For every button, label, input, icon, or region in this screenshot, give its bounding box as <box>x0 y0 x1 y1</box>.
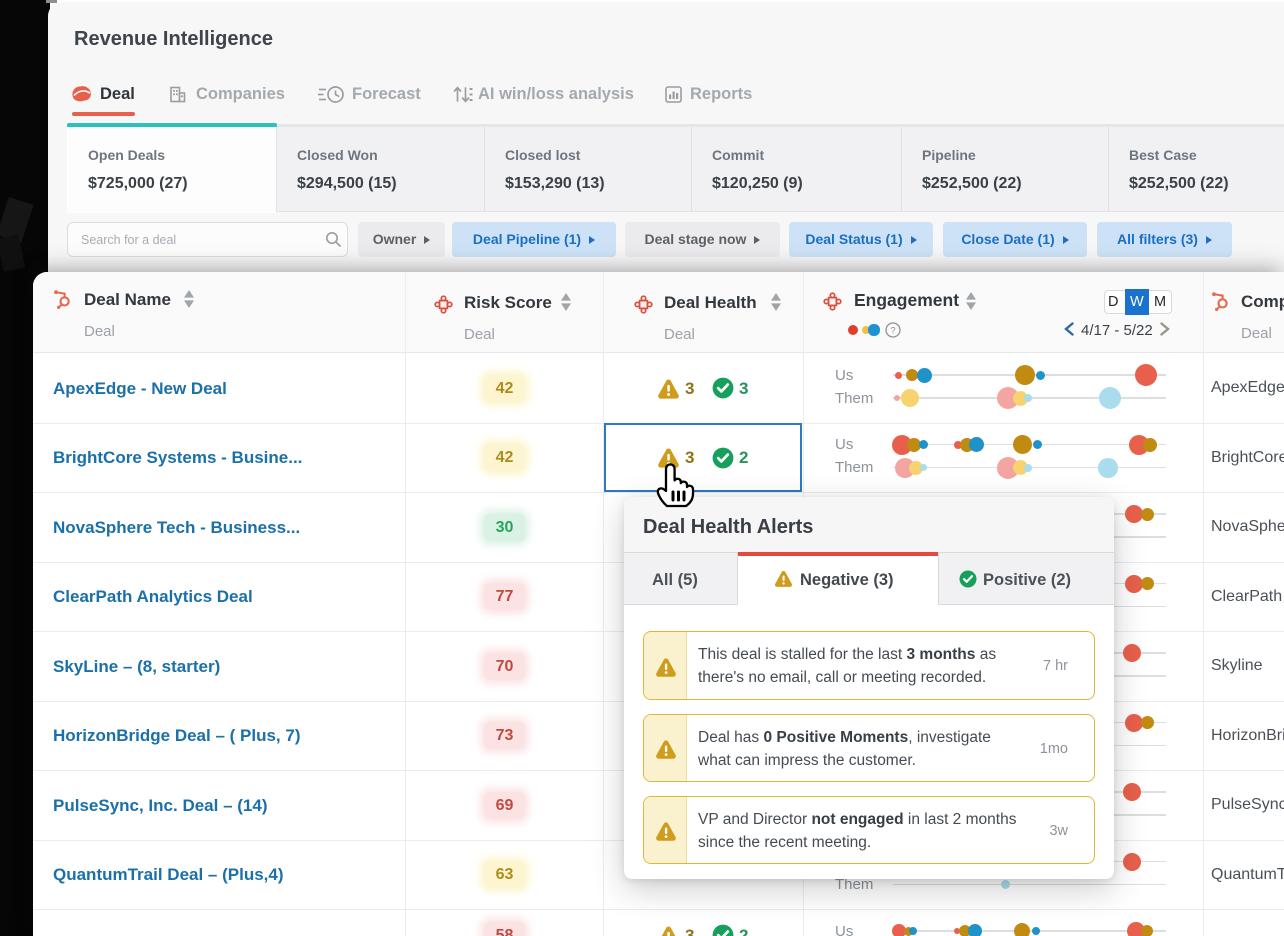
svg-text:?: ? <box>890 325 895 336</box>
